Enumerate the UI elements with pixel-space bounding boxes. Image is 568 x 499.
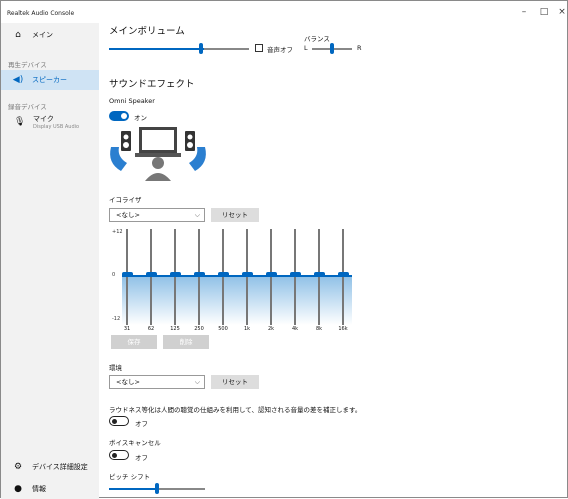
sidebar-item-label: 情報 [32,485,46,493]
loudness-description: ラウドネス等化は人間の聴覚の仕組みを利用して、認知される音量の差を補正します。 [109,406,362,414]
eq-band-62-label: 62 [147,326,155,332]
eq-band-125-label: 125 [170,326,180,332]
main-panel: メインボリューム 音声オフ バランス L R サウンドエフェクト Omni Sp… [99,1,568,499]
eq-band-4k-track[interactable] [294,229,296,325]
eq-band-16k-track[interactable] [342,229,344,325]
sidebar-item-info[interactable]: ● 情報 [1,479,99,499]
eq-band-4k-thumb[interactable] [289,272,301,277]
voice-cancel-toggle[interactable] [109,450,129,460]
eq-band-125-track[interactable] [174,229,176,325]
eq-band-31-thumb[interactable] [121,272,133,277]
omni-speaker-label: Omni Speaker [109,97,155,105]
eq-y-zero-label: 0 [112,272,116,278]
sidebar-item-sublabel: Display USB Audio [33,124,80,130]
voice-cancel-title: ボイスキャンセル [109,439,161,447]
eq-band-500-label: 500 [218,326,228,332]
sidebar: ⌂ メイン 再生デバイス ◀) スピーカー 録音デバイス 🎙 マイク Displ… [1,23,99,499]
main-volume-thumb[interactable] [199,43,203,54]
omni-speaker-state: オン [134,114,147,122]
sidebar-item-device-settings[interactable]: ⚙ デバイス詳細設定 [1,457,99,477]
mute-checkbox[interactable] [255,44,263,52]
mute-label: 音声オフ [267,46,293,54]
environment-reset-button[interactable]: リセット [211,375,259,389]
sidebar-item-label: スピーカー [32,76,67,84]
equalizer-graph [121,229,352,325]
balance-thumb[interactable] [330,43,334,54]
omni-speaker-illustration-icon [110,127,206,181]
eq-band-1k-thumb[interactable] [241,272,253,277]
chevron-down-icon: ⌵ [194,211,200,219]
gear-icon: ⚙ [13,462,23,472]
eq-band-8k-track[interactable] [318,229,320,325]
equalizer-preset-select[interactable]: <なし> ⌵ [109,208,205,222]
environment-title: 環境 [109,364,122,372]
omni-speaker-toggle[interactable] [109,111,129,121]
eq-band-1k-track[interactable] [246,229,248,325]
eq-band-31-track[interactable] [126,229,128,325]
equalizer-preset-value: <なし> [116,211,140,219]
sidebar-item-label: マイク [33,115,54,123]
eq-band-4k-label: 4k [291,326,299,332]
equalizer-title: イコライザ [109,196,142,204]
eq-band-125-thumb[interactable] [169,272,181,277]
eq-band-2k-track[interactable] [270,229,272,325]
speaker-icon: ◀) [12,75,24,85]
environment-preset-select[interactable]: <なし> ⌵ [109,375,205,389]
microphone-icon: 🎙 [14,117,26,127]
eq-band-500-thumb[interactable] [217,272,229,277]
sidebar-item-mic[interactable]: 🎙 マイク Display USB Audio [1,109,99,137]
sound-effects-title: サウンドエフェクト [109,79,195,90]
sidebar-item-label: メイン [32,31,53,39]
eq-band-8k-label: 8k [315,326,323,332]
sidebar-item-speaker[interactable]: ◀) スピーカー [1,70,99,90]
chevron-down-icon: ⌵ [194,378,200,386]
balance-label: バランス [304,35,330,43]
eq-y-max-label: +12 [112,229,123,235]
eq-band-250-track[interactable] [198,229,200,325]
balance-right-label: R [357,44,362,52]
environment-preset-value: <なし> [116,378,140,386]
app-window: Realtek Audio Console – □ × ⌂ メイン 再生デバイス… [0,0,568,499]
sidebar-item-main[interactable]: ⌂ メイン [1,25,99,45]
voice-cancel-state: オフ [135,454,148,462]
equalizer-save-button[interactable]: 保存 [111,335,157,349]
eq-band-250-thumb[interactable] [193,272,205,277]
eq-band-16k-thumb[interactable] [337,272,349,277]
home-icon: ⌂ [15,30,21,40]
eq-band-500-track[interactable] [222,229,224,325]
eq-band-1k-label: 1k [243,326,251,332]
main-volume-fill [109,48,204,50]
eq-y-min-label: -12 [112,316,121,322]
loudness-toggle[interactable] [109,416,129,426]
eq-band-31-label: 31 [123,326,131,332]
sidebar-item-label: デバイス詳細設定 [32,463,88,471]
eq-band-16k-label: 16k [338,326,348,332]
main-volume-title: メインボリューム [109,26,185,37]
playback-section-header: 再生デバイス [8,61,47,69]
pitch-shift-title: ピッチ シフト [109,473,151,481]
window-title: Realtek Audio Console [7,10,75,17]
loudness-state: オフ [135,420,148,428]
equalizer-reset-button[interactable]: リセット [211,208,259,222]
eq-band-2k-label: 2k [267,326,275,332]
pitch-shift-thumb[interactable] [155,483,159,494]
info-icon: ● [14,484,22,494]
eq-band-8k-thumb[interactable] [313,272,325,277]
eq-band-2k-thumb[interactable] [265,272,277,277]
eq-band-62-track[interactable] [150,229,152,325]
eq-band-62-thumb[interactable] [145,272,157,277]
balance-left-label: L [304,44,308,52]
eq-band-250-label: 250 [194,326,204,332]
equalizer-delete-button[interactable]: 削除 [163,335,209,349]
pitch-shift-fill [109,488,157,490]
